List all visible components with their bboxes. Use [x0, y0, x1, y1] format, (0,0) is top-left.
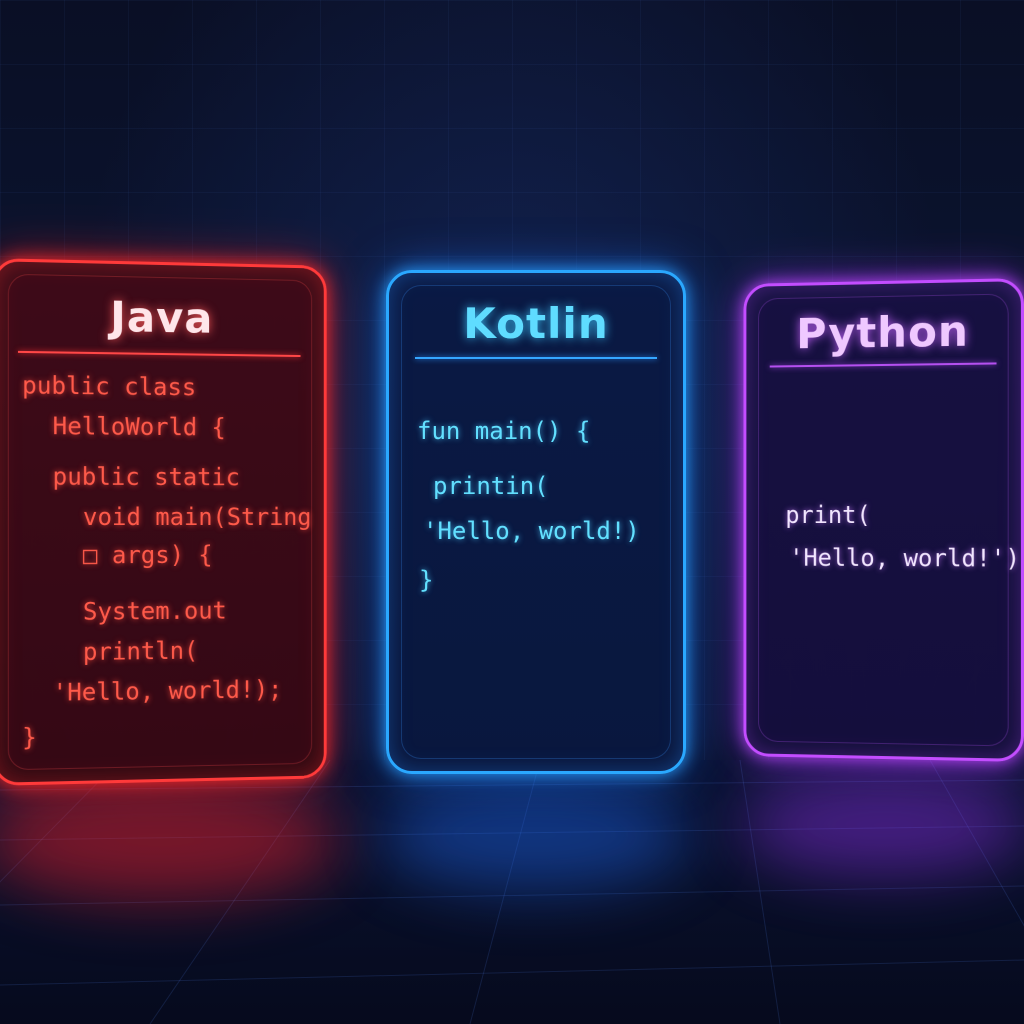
reflective-floor	[0, 760, 1024, 1024]
java-code-line: □ args) {	[82, 540, 213, 570]
blue-floor-reflection	[380, 780, 690, 890]
java-code-line: println(	[82, 636, 199, 666]
java-code-line: public static	[52, 462, 240, 492]
java-code-line: void main(String	[82, 502, 312, 532]
java-code-line: HelloWorld {	[52, 411, 226, 442]
purple-floor-reflection	[740, 775, 1024, 875]
python-card-title: Python	[796, 306, 970, 359]
java-card-title: Java	[110, 291, 214, 343]
python-code-line: 'Hello, world!')	[789, 543, 1021, 573]
python-code-line: print(	[785, 501, 871, 529]
kotlin-code-line: printin(	[433, 472, 549, 500]
kotlin-card: Kotlin fun main() { printin( 'Hello, wor…	[386, 270, 686, 774]
java-code-line: }	[22, 723, 37, 752]
java-code-line: System.out	[82, 596, 227, 626]
kotlin-code-line: }	[419, 566, 434, 594]
kotlin-card-title: Kotlin	[463, 299, 609, 348]
kotlin-code-line: 'Hello, world!)	[423, 517, 640, 545]
java-code-line: 'Hello, world!);	[52, 675, 283, 707]
neon-scene: Java public class HelloWorld { public st…	[0, 0, 1024, 1024]
java-code-line: public class	[22, 371, 197, 402]
kotlin-title-divider	[415, 357, 657, 359]
java-card: Java public class HelloWorld { public st…	[0, 258, 327, 786]
python-card: Python print( 'Hello, world!')	[743, 278, 1024, 762]
kotlin-code-line: fun main() {	[417, 417, 591, 445]
